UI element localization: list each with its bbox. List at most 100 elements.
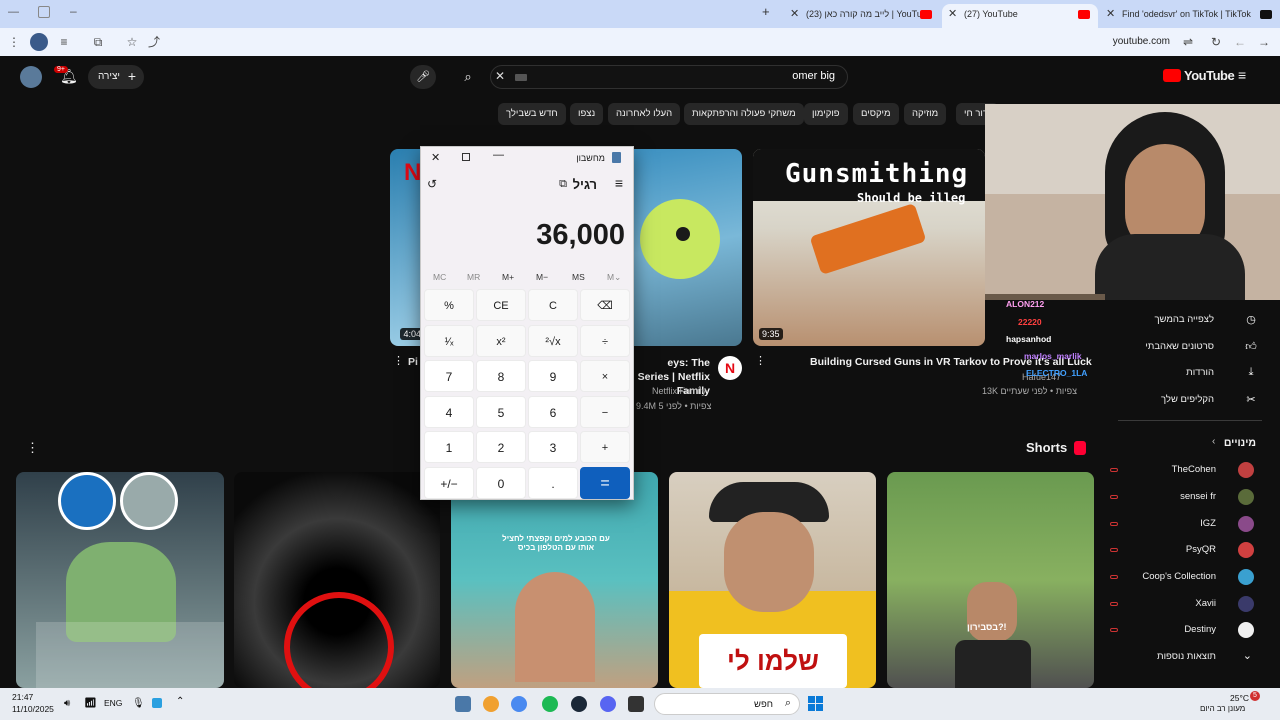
digit-4-button[interactable]: 4: [424, 395, 474, 428]
sidebar-show-more[interactable]: ⌄ תוצאות נוספות: [1094, 649, 1254, 667]
weather-temp[interactable]: 25°C: [1230, 693, 1249, 703]
digit-9-button[interactable]: 9: [528, 360, 578, 392]
square-root-button[interactable]: ²√x: [528, 324, 578, 357]
clear-search-icon[interactable]: ✕: [495, 69, 505, 83]
app-taskbar-icon[interactable]: [483, 696, 499, 712]
video-thumbnail[interactable]: Gunsmithing Should be illeg 9:35: [753, 149, 985, 346]
spotify-taskbar-icon[interactable]: [542, 696, 558, 712]
reciprocal-button[interactable]: ¹⁄ₓ: [424, 324, 474, 357]
sidebar-item-watch-later[interactable]: ◷ לצפייה בהמשך: [1098, 313, 1258, 329]
user-avatar[interactable]: [20, 66, 42, 88]
sidebar-sub-coops[interactable]: Coop's Collection: [1094, 569, 1254, 587]
percent-button[interactable]: %: [424, 289, 474, 321]
youtube-logo-icon[interactable]: [1163, 69, 1181, 82]
profile-avatar[interactable]: [30, 33, 48, 51]
app-tray-icon[interactable]: [152, 698, 162, 708]
mem-subtract-button[interactable]: M−: [536, 272, 548, 282]
add-button[interactable]: +: [580, 431, 630, 463]
reload-icon[interactable]: ↻: [1208, 34, 1224, 50]
subtract-button[interactable]: −: [580, 395, 630, 428]
hamburger-menu-icon[interactable]: ≡: [1238, 67, 1246, 83]
create-button[interactable]: + יצירה: [88, 65, 144, 89]
chip-new-for-you[interactable]: חדש בשבילך: [498, 103, 566, 125]
channel-avatar-netflix[interactable]: N: [718, 356, 742, 380]
calc-close-icon[interactable]: ✕: [431, 151, 440, 164]
equals-button[interactable]: =: [580, 466, 630, 499]
window-close-icon[interactable]: –: [70, 4, 77, 18]
chip-mixes[interactable]: מיקסים: [853, 103, 899, 125]
digit-8-button[interactable]: 8: [476, 360, 526, 392]
clock-time[interactable]: 21:47: [12, 692, 33, 702]
video-title[interactable]: Pi: [408, 356, 418, 368]
reading-list-icon[interactable]: ≡: [56, 34, 72, 50]
wifi-icon[interactable]: 📶︎: [84, 698, 97, 709]
keep-on-top-icon[interactable]: ⧉: [559, 178, 567, 191]
digit-1-button[interactable]: 1: [424, 431, 474, 463]
digit-6-button[interactable]: 6: [528, 395, 578, 428]
video-menu-icon[interactable]: ⋮: [393, 354, 404, 367]
steam-taskbar-icon[interactable]: [571, 696, 587, 712]
mem-clear-button[interactable]: MC: [433, 272, 446, 282]
tab-close-icon[interactable]: ✕: [948, 4, 957, 24]
notification-badge[interactable]: 5: [1250, 691, 1260, 701]
decimal-button[interactable]: .: [528, 466, 578, 499]
short-thumbnail[interactable]: שלמו לי: [669, 472, 876, 688]
digit-7-button[interactable]: 7: [424, 360, 474, 392]
bookmark-star-icon[interactable]: ☆: [124, 34, 140, 50]
chip-action-adventure[interactable]: משחקי פעולה והרפתקאות: [684, 103, 804, 125]
negate-button[interactable]: +/−: [424, 466, 474, 499]
short-thumbnail[interactable]: [234, 472, 440, 688]
new-tab-icon[interactable]: +: [762, 4, 770, 19]
tab-youtube-live[interactable]: ✕ (23) לייב מה קורה כאן | YouTube: [784, 4, 940, 28]
mem-list-button[interactable]: M⌄: [607, 272, 621, 283]
subscriptions-heading[interactable]: מינויים: [1200, 437, 1256, 449]
clock-date[interactable]: 11/10/2025: [12, 704, 54, 714]
digit-3-button[interactable]: 3: [528, 431, 578, 463]
address-bar[interactable]: youtube.com: [1113, 36, 1170, 47]
tray-chevron-icon[interactable]: ⌃: [176, 696, 184, 707]
chevron-left-icon[interactable]: ‹: [1212, 436, 1215, 447]
mem-recall-button[interactable]: MR: [467, 272, 480, 282]
menu-kebab-icon[interactable]: ⋮: [6, 34, 22, 50]
tab-close-icon[interactable]: ✕: [1106, 4, 1115, 24]
divide-button[interactable]: ÷: [580, 324, 630, 357]
sidebar-sub-igz[interactable]: IGZ: [1094, 516, 1254, 534]
sidebar-item-downloads[interactable]: ⤓ הורדות: [1098, 366, 1258, 382]
window-minimize-icon[interactable]: —: [8, 6, 20, 18]
voice-search-icon[interactable]: 🎤︎: [410, 65, 436, 89]
tab-close-icon[interactable]: ✕: [790, 4, 799, 24]
share-icon[interactable]: ⤴: [146, 34, 162, 50]
search-input[interactable]: ✕ omer big: [490, 65, 848, 89]
site-settings-icon[interactable]: ⇌: [1180, 34, 1196, 50]
youtube-logo-text[interactable]: YouTube: [1184, 68, 1235, 83]
sidebar-item-liked[interactable]: 👍︎ סרטונים שאהבתי: [1098, 340, 1258, 356]
digit-5-button[interactable]: 5: [476, 395, 526, 428]
chip-pokemon[interactable]: פוקימון: [804, 103, 848, 125]
clear-entry-button[interactable]: CE: [476, 289, 526, 321]
chip-watched[interactable]: נצפו: [570, 103, 604, 125]
language-indicator[interactable]: ENG: [104, 698, 122, 708]
chrome-taskbar-icon[interactable]: [511, 696, 527, 712]
keyboard-icon[interactable]: [515, 74, 527, 81]
sidebar-item-clips[interactable]: ✂ הקליפים שלך: [1098, 393, 1258, 409]
calc-minimize-icon[interactable]: —: [493, 149, 504, 161]
backspace-button[interactable]: ⌫: [580, 289, 630, 321]
volume-icon[interactable]: 🔊︎: [64, 698, 70, 709]
calculator-taskbar-icon[interactable]: [455, 696, 471, 712]
taskbar-search-input[interactable]: ⌕ חפש: [654, 693, 800, 715]
microphone-icon[interactable]: 🎙︎: [132, 698, 145, 709]
weather-desc[interactable]: מעונן רב היום: [1200, 704, 1245, 713]
calc-nav-menu-icon[interactable]: ≡: [615, 175, 623, 191]
section-menu-icon[interactable]: ⋮: [26, 440, 39, 456]
mem-add-button[interactable]: M+: [502, 272, 514, 282]
discord-taskbar-icon[interactable]: [600, 696, 616, 712]
sidebar-sub-thecohen[interactable]: TheCohen: [1094, 462, 1254, 480]
window-restore-icon[interactable]: [38, 6, 50, 18]
chip-recently-uploaded[interactable]: העלו לאחרונה: [608, 103, 681, 125]
video-channel[interactable]: Netflix Family: [652, 386, 706, 396]
video-menu-icon[interactable]: ⋮: [755, 354, 766, 367]
sidebar-sub-sensei[interactable]: sensei fr: [1094, 489, 1254, 507]
back-icon[interactable]: →: [1256, 34, 1272, 50]
extensions-icon[interactable]: ⧉: [90, 34, 106, 50]
terminal-taskbar-icon[interactable]: [628, 696, 644, 712]
